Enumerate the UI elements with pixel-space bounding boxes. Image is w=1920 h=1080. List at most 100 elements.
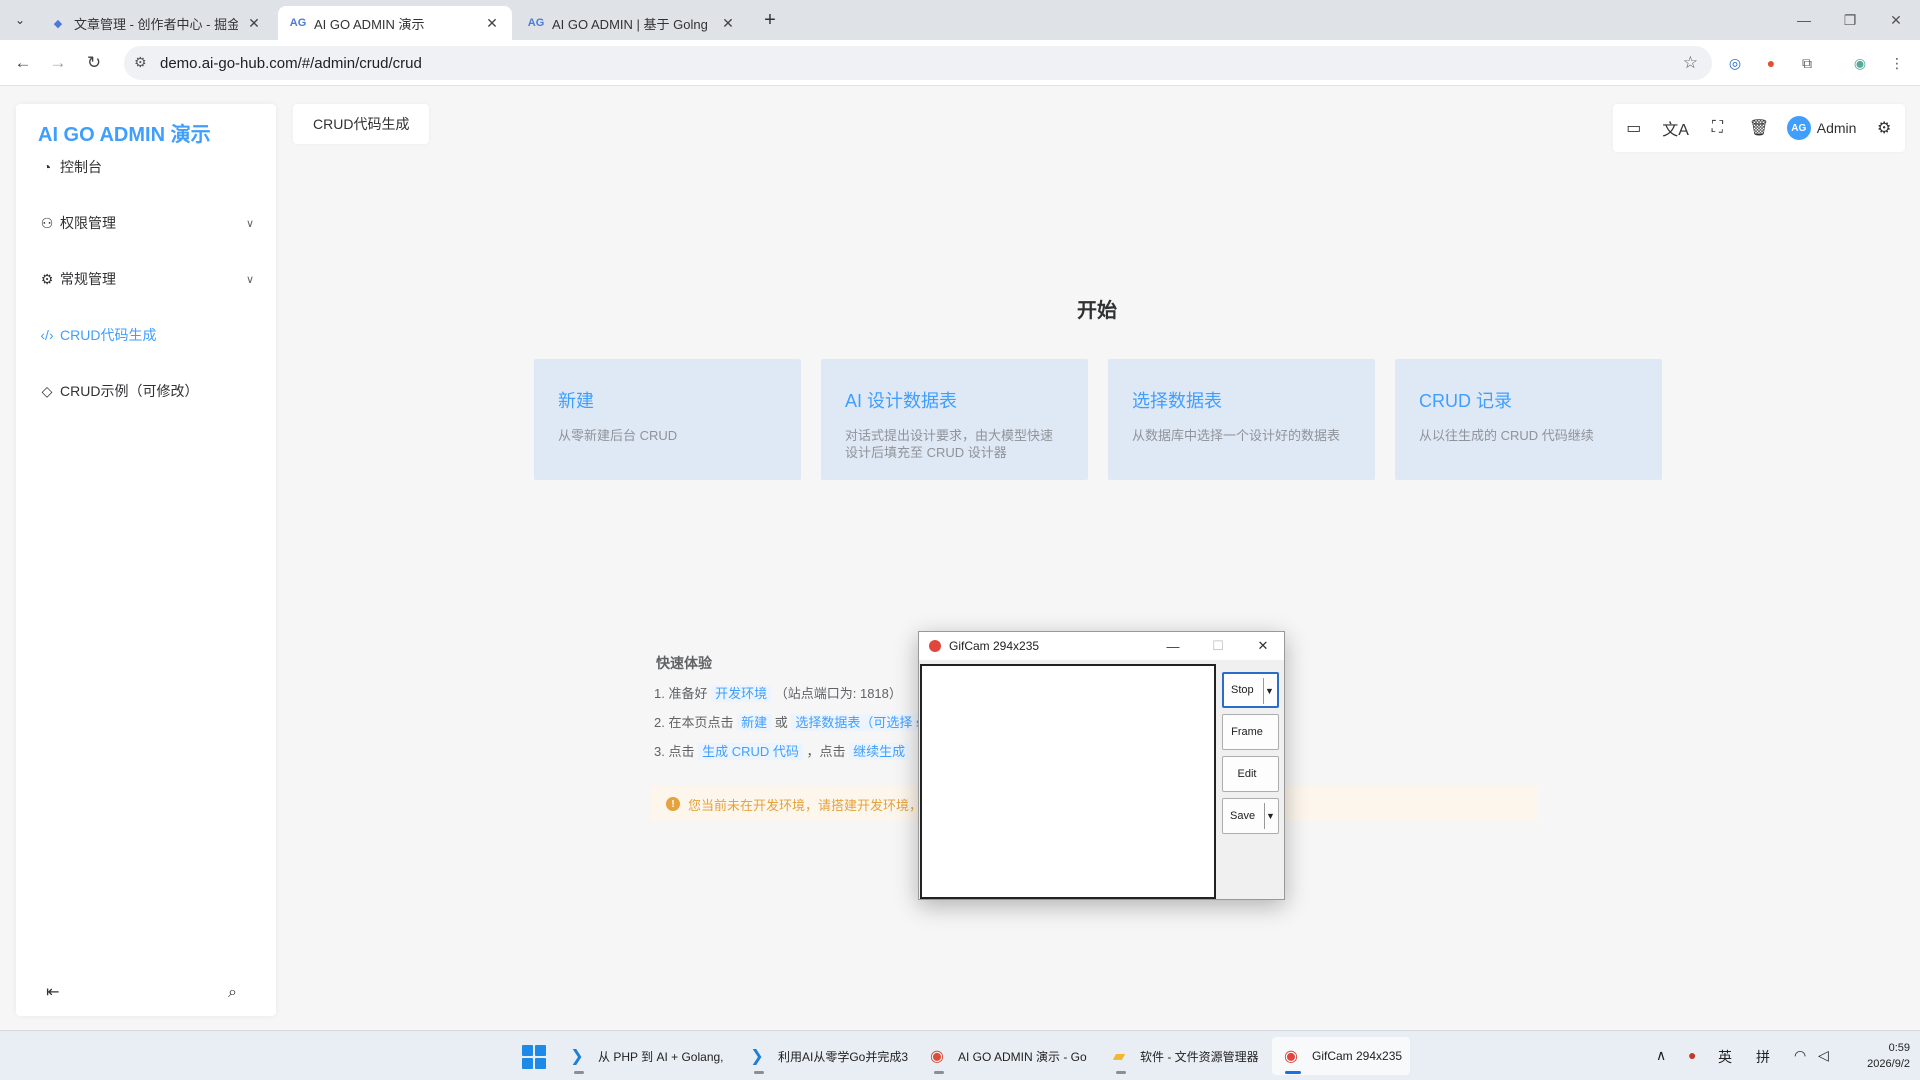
new-link[interactable]: 新建	[737, 714, 772, 731]
address-bar[interactable]: ⚙ demo.ai-go-hub.com/#/admin/crud/crud ☆	[124, 46, 1712, 80]
button-label: Frame	[1231, 726, 1263, 738]
system-clock[interactable]: 0:59 2026/9/2	[1846, 1040, 1910, 1072]
trash-icon[interactable]: 🗑	[1745, 118, 1773, 138]
card-desc: 从零新建后台 CRUD	[558, 428, 678, 443]
gifcam-titlebar[interactable]: GifCam 294x235	[919, 632, 1284, 660]
sidebar-item-crud-example[interactable]: ◇ CRUD示例（可修改）	[16, 366, 276, 416]
taskbar-item-chrome[interactable]: ◉ AI GO ADMIN 演示 - Go	[918, 1037, 1095, 1075]
top-toolbar: ▭ 文A ⛶ 🗑 AG Admin ⚙	[1613, 104, 1905, 152]
collapse-menu-icon[interactable]: ⇤	[46, 982, 59, 1002]
windows-start-icon[interactable]	[522, 1045, 546, 1069]
sidebar-item-label: CRUD示例（可修改）	[60, 383, 199, 399]
task-label: 利用AI从零学Go并完成3	[778, 1049, 909, 1064]
close-icon[interactable]: ✕	[720, 15, 736, 32]
extension-icon[interactable]: ●	[1761, 53, 1781, 73]
tray-overflow-icon[interactable]: ∧	[1656, 1047, 1666, 1064]
extension-icon[interactable]: ◎	[1725, 53, 1745, 73]
warning-icon: !	[666, 797, 680, 811]
button-label: Save	[1230, 810, 1256, 822]
users-icon: ⚇	[40, 214, 54, 231]
running-indicator	[934, 1071, 944, 1074]
avatar: AG	[1786, 116, 1811, 140]
reload-icon[interactable]: ↻	[80, 49, 108, 77]
generate-crud-link[interactable]: 生成 CRUD 代码	[698, 743, 803, 760]
vscode-icon: ❯	[750, 1048, 764, 1065]
step-text: 2. 在本页点击	[654, 715, 734, 730]
wifi-icon[interactable]: ◠	[1794, 1047, 1806, 1064]
tab-title: AI GO ADMIN | 基于 Golng G	[552, 16, 712, 32]
taskbar-item-explorer[interactable]: ▰ 软件 - 文件资源管理器	[1100, 1037, 1267, 1075]
gifcam-stop-button[interactable]: Stop ▼	[1222, 672, 1279, 708]
card-ai-design[interactable]: AI 设计数据表 对话式提出设计要求，由大模型快速设计后填充至 CRUD 设计器	[821, 359, 1088, 480]
translate-icon[interactable]: 文A	[1662, 116, 1690, 140]
browser-tab-aigo-admin[interactable]: AG AI GO ADMIN 演示 ✕	[278, 6, 512, 40]
back-icon[interactable]: ←	[9, 49, 37, 77]
close-icon[interactable]: ✕	[484, 15, 500, 32]
gifcam-maximize-icon[interactable]: ☐	[1208, 636, 1228, 656]
gifcam-minimize-icon[interactable]: —	[1163, 636, 1183, 656]
search-icon[interactable]: ⌕	[228, 984, 237, 1002]
step-text: 3. 点击	[654, 744, 695, 759]
restore-icon[interactable]: ❐	[1827, 4, 1873, 36]
minimize-icon[interactable]: —	[1781, 4, 1827, 36]
browser-tab-juejin[interactable]: ◆ 文章管理 - 创作者中心 - 掘金 ✕	[38, 6, 274, 40]
tab-search-dropdown-icon[interactable]: ⌄	[8, 8, 32, 32]
sidebar-item-label: CRUD代码生成	[60, 327, 157, 343]
dropdown-arrow-icon[interactable]: ▼	[1264, 803, 1276, 829]
ime-language[interactable]: 英	[1718, 1047, 1732, 1067]
aigo-icon: AG	[289, 17, 307, 29]
settings-gear-icon[interactable]: ⚙	[1870, 118, 1898, 138]
taskbar-item-vscode-1[interactable]: ❯ 从 PHP 到 AI + Golang,	[558, 1037, 732, 1075]
gifcam-capture-frame[interactable]	[920, 664, 1216, 899]
profile-avatar-icon[interactable]: ◉	[1850, 53, 1870, 73]
window-close-icon[interactable]: ✕	[1873, 4, 1919, 36]
sidebar-item-crud-generator[interactable]: ‹/› CRUD代码生成	[16, 310, 276, 360]
card-crud-history[interactable]: CRUD 记录 从以往生成的 CRUD 代码继续	[1395, 359, 1662, 480]
gifcam-close-icon[interactable]: ✕	[1253, 636, 1273, 656]
sidebar-item-label: 常规管理	[60, 271, 116, 287]
monitor-icon[interactable]: ▭	[1620, 118, 1648, 138]
taskbar-item-gifcam[interactable]: ◉ GifCam 294x235	[1272, 1037, 1411, 1075]
tray-app-icon[interactable]: ●	[1688, 1047, 1696, 1063]
quick-step-3: 3. 点击 生成 CRUD 代码 ，点击 继续生成	[654, 741, 910, 760]
nav-tab-crud-generator[interactable]: CRUD代码生成	[293, 104, 430, 144]
gifcam-icon: ◉	[1284, 1048, 1298, 1065]
gifcam-title: GifCam 294x235	[949, 639, 1040, 653]
browser-menu-icon[interactable]: ⋮	[1887, 53, 1907, 73]
dev-env-link[interactable]: 开发环境	[711, 685, 772, 702]
gifcam-window: GifCam 294x235 — ☐ ✕ Stop ▼ Frame Edit S…	[918, 631, 1285, 900]
close-icon[interactable]: ✕	[246, 15, 262, 32]
card-new[interactable]: 新建 从零新建后台 CRUD	[534, 359, 801, 480]
quick-start-title: 快速体验	[656, 655, 712, 671]
gifcam-icon	[929, 640, 941, 652]
gifcam-frame-button[interactable]: Frame	[1222, 714, 1279, 750]
sidebar-item-dashboard[interactable]: ◔ 控制台	[16, 142, 276, 192]
step-text: 1. 准备好	[654, 686, 708, 701]
extensions-puzzle-icon[interactable]: ⧉	[1797, 53, 1817, 73]
new-tab-button[interactable]: +	[758, 8, 782, 32]
chevron-down-icon: ∨	[245, 273, 254, 286]
taskbar-item-vscode-2[interactable]: ❯ 利用AI从零学Go并完成3	[738, 1037, 916, 1075]
continue-generate-link[interactable]: 继续生成	[849, 743, 910, 760]
sidebar-item-permissions[interactable]: ⚇ 权限管理 ∨	[16, 198, 276, 248]
card-title: CRUD 记录	[1419, 391, 1512, 411]
fullscreen-icon[interactable]: ⛶	[1703, 119, 1731, 137]
volume-icon[interactable]: ◁	[1818, 1047, 1829, 1064]
card-title: 新建	[558, 391, 594, 411]
card-desc: 从数据库中选择一个设计好的数据表	[1132, 428, 1341, 443]
bookmark-star-icon[interactable]: ☆	[1683, 53, 1698, 73]
browser-tab-aigo-docs[interactable]: AG AI GO ADMIN | 基于 Golng G ✕	[516, 6, 748, 40]
gifcam-save-button[interactable]: Save ▼	[1222, 798, 1279, 834]
dropdown-arrow-icon[interactable]: ▼	[1263, 678, 1275, 704]
address-url: demo.ai-go-hub.com/#/admin/crud/crud	[160, 54, 422, 72]
sidebar-item-general[interactable]: ⚙ 常规管理 ∨	[16, 254, 276, 304]
forward-icon[interactable]: →	[44, 49, 72, 77]
taskbar: ❯ 从 PHP 到 AI + Golang, ❯ 利用AI从零学Go并完成3 ◉…	[0, 1030, 1920, 1080]
task-label: AI GO ADMIN 演示 - Go	[958, 1049, 1087, 1064]
gifcam-edit-button[interactable]: Edit	[1222, 756, 1279, 792]
site-settings-icon[interactable]: ⚙	[134, 54, 147, 71]
card-select-table[interactable]: 选择数据表 从数据库中选择一个设计好的数据表	[1108, 359, 1375, 480]
page-title: 开始	[1077, 300, 1117, 322]
user-menu[interactable]: AG Admin	[1786, 116, 1856, 140]
ime-mode[interactable]: 拼	[1756, 1047, 1770, 1067]
